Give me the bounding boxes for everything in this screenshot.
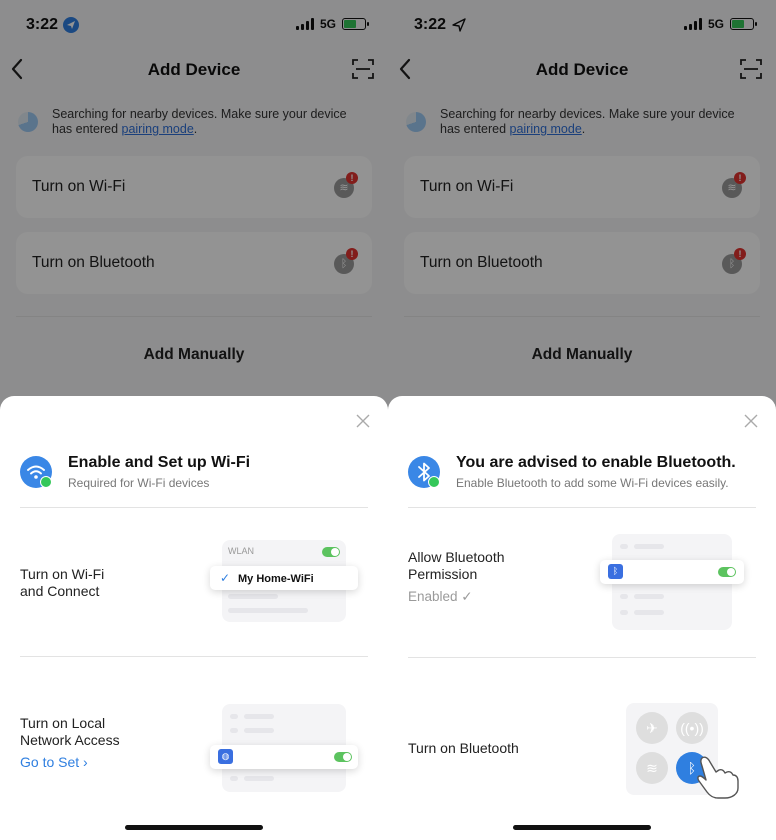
divider	[20, 656, 368, 657]
sheet-title: Enable and Set up Wi-Fi	[68, 454, 251, 471]
cellular-icon: ((•))	[676, 712, 708, 744]
placeholder-line	[634, 594, 664, 599]
sheet-header: You are advised to enable Bluetooth. Ena…	[408, 454, 758, 494]
close-icon[interactable]	[356, 414, 370, 428]
phone-screen-right: 3:22 5G Add Device Searching for nearby …	[388, 0, 776, 840]
toggle-icon	[718, 567, 736, 577]
placeholder-line	[244, 776, 274, 781]
divider	[20, 507, 368, 508]
sheet-title: You are advised to enable Bluetooth.	[456, 454, 736, 471]
wifi-setup-sheet: Enable and Set up Wi-Fi Required for Wi-…	[0, 396, 388, 840]
local-network-row: ◍	[210, 745, 358, 769]
wifi-icon: ≋	[636, 752, 668, 784]
divider	[408, 657, 756, 658]
home-wifi-row: ✓ My Home-WiFi	[210, 566, 358, 590]
check-badge-icon	[40, 476, 52, 488]
placeholder-line	[228, 594, 278, 599]
check-badge-icon	[428, 476, 440, 488]
placeholder-line	[228, 608, 308, 613]
phone-screen-left: 3:22 5G Add Device Searching for nearby …	[0, 0, 388, 840]
placeholder-line	[230, 714, 238, 719]
globe-icon: ◍	[218, 749, 233, 764]
close-icon[interactable]	[744, 414, 758, 428]
sheet-subtitle: Enable Bluetooth to add some Wi-Fi devic…	[456, 476, 729, 490]
bluetooth-permission-row: ᛒ	[600, 560, 744, 584]
bluetooth-setup-sheet: You are advised to enable Bluetooth. Ena…	[388, 396, 776, 840]
divider	[408, 507, 756, 508]
bluetooth-icon: ᛒ	[608, 564, 623, 579]
placeholder-line	[230, 776, 238, 781]
placeholder-line	[244, 728, 274, 733]
toggle-icon	[322, 547, 340, 557]
placeholder-line	[620, 544, 628, 549]
toggle-icon	[334, 752, 352, 762]
placeholder-line	[620, 610, 628, 615]
sheet-subtitle: Required for Wi-Fi devices	[68, 476, 210, 490]
placeholder-line	[244, 714, 274, 719]
hand-pointer-icon	[697, 756, 739, 799]
placeholder-line	[634, 610, 664, 615]
check-icon: ✓	[220, 571, 231, 585]
airplane-icon: ✈	[636, 712, 668, 744]
placeholder-line	[620, 594, 628, 599]
placeholder-line	[634, 544, 664, 549]
home-indicator	[125, 825, 263, 830]
sheet-header: Enable and Set up Wi-Fi Required for Wi-…	[20, 454, 370, 494]
wlan-label: WLAN	[228, 546, 255, 556]
placeholder-line	[230, 728, 238, 733]
home-indicator	[513, 825, 651, 830]
network-name: My Home-WiFi	[238, 573, 314, 585]
